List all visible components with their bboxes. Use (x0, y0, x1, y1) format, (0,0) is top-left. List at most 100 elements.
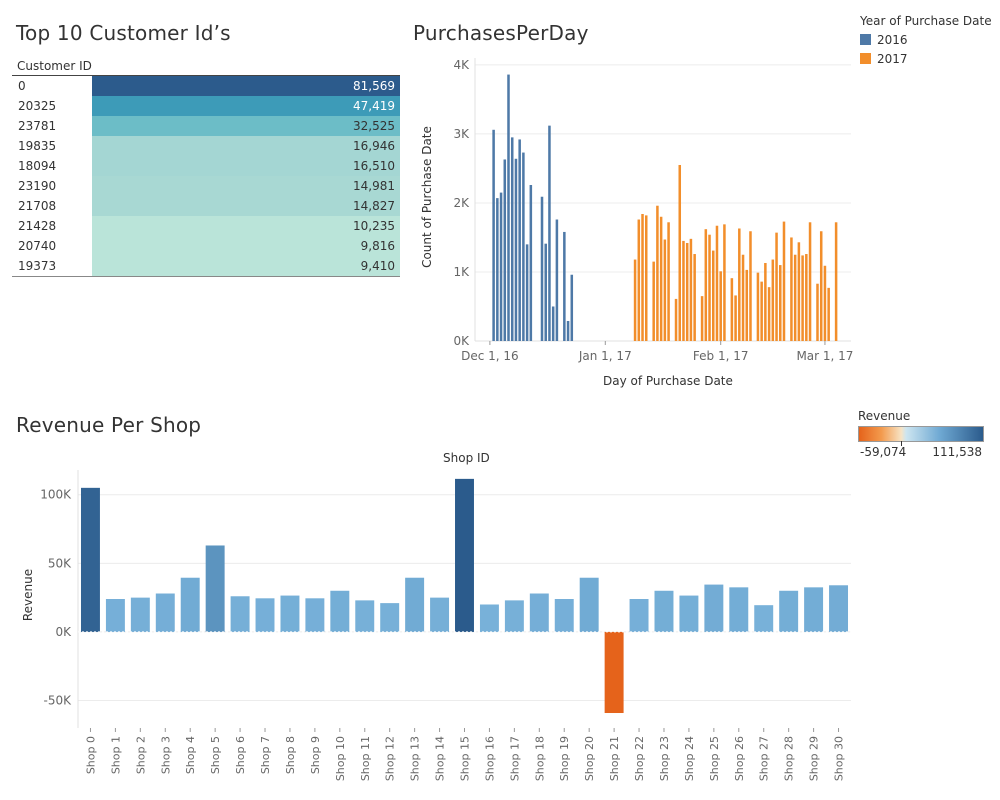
legend-item-2016[interactable]: 2016 (860, 31, 992, 50)
shop-tick-label: Shop 2 (134, 736, 147, 774)
purchase-bar-2016 (566, 320, 570, 341)
shop-tick-label: Shop 16 (483, 736, 496, 781)
revenue-bar (455, 478, 474, 632)
purchase-bar-2017 (730, 278, 734, 341)
revenue-y-axis-title: Revenue (21, 568, 35, 622)
purchase-bar-2016 (529, 185, 533, 341)
purchase-bar-2017 (663, 239, 667, 341)
legend-label-2016: 2016 (877, 33, 908, 47)
purchases-chart: 0K 1K 2K 3K 4K Dec 1, 16 Jan 1, 17 Feb 1, 17 Mar… (453, 58, 853, 363)
revenue-chart: 100K 50K 0K -50K Shop 0 Shop 1 Shop 2 Shop 3 Sho… (40, 470, 851, 781)
shop-tick-label: Shop 9 (309, 736, 322, 774)
purchase-bar-2017 (641, 214, 644, 341)
revenue-bar (729, 587, 749, 632)
revenue-bar (230, 596, 250, 632)
y-tick-label: 50K (48, 556, 72, 570)
shop-tick-label: Shop 13 (409, 736, 422, 781)
purchase-bar-2017 (756, 272, 760, 341)
revenue-bar (380, 603, 400, 632)
table-row[interactable]: 19373 9,410 (12, 256, 400, 276)
purchase-bar-2016 (548, 125, 551, 341)
purchase-bar-2016 (518, 139, 521, 341)
purchase-bar-2017 (793, 254, 797, 341)
revenue-top-axis-label: Shop ID (443, 451, 490, 465)
x-tick-label: Mar 1, 17 (796, 349, 853, 363)
y-tick-label: 0K (55, 625, 72, 639)
table-row[interactable]: 20740 9,816 (12, 236, 400, 256)
shop-tick-label: Shop 18 (533, 736, 546, 781)
shop-tick-label: Shop 26 (733, 736, 746, 781)
legend-swatch-2016 (860, 34, 871, 45)
shop-tick-label: Shop 6 (234, 736, 247, 774)
customer-value-cell: 81,569 (92, 76, 400, 96)
revenue-bar (105, 599, 125, 632)
purchase-bar-2017 (760, 281, 763, 341)
shop-tick-label: Shop 29 (808, 736, 821, 781)
purchase-bar-2017 (637, 219, 641, 341)
revenue-bar (779, 590, 799, 632)
y-tick-label: 4K (453, 58, 470, 72)
revenue-gradient-bar (858, 426, 984, 446)
table-row[interactable]: 0 81,569 (12, 76, 400, 96)
purchase-bar-2017 (775, 232, 778, 341)
customer-id: 23781 (18, 119, 57, 133)
purchase-bar-2017 (704, 229, 708, 341)
y-tick-label: -50K (44, 694, 73, 708)
purchase-bar-2017 (708, 234, 711, 341)
purchases-title: PurchasesPerDay (413, 21, 589, 45)
shop-tick-label: Shop 10 (334, 736, 347, 781)
purchase-bar-2017 (674, 298, 678, 341)
y-tick-label: 1K (453, 265, 470, 279)
shop-tick-label: Shop 15 (459, 736, 472, 781)
y-tick-label: 100K (40, 488, 72, 502)
purchase-bar-2016 (555, 219, 559, 341)
table-row[interactable]: 23781 32,525 (12, 116, 400, 136)
shop-tick-label: Shop 24 (683, 736, 696, 781)
customer-id: 19835 (18, 139, 57, 153)
top10-table: Customer ID 0 81,569 20325 47,419 23781 32,52… (12, 58, 400, 277)
purchase-bar-2016 (503, 159, 507, 341)
revenue-bar (704, 584, 724, 632)
legend-item-2017[interactable]: 2017 (860, 50, 992, 69)
purchase-bar-2017 (823, 265, 827, 341)
purchase-bar-2017 (734, 295, 737, 341)
customer-id: 23190 (18, 179, 57, 193)
table-row[interactable]: 20325 47,419 (12, 96, 400, 116)
purchase-bar-2017 (644, 215, 648, 341)
purchase-bar-2017 (764, 263, 767, 341)
shop-tick-label: Shop 14 (434, 736, 447, 781)
purchase-bar-2017 (723, 224, 726, 341)
revenue-bar (430, 597, 450, 632)
purchase-bar-2017 (738, 228, 741, 341)
purchase-bar-2016 (507, 74, 510, 341)
year-legend: Year of Purchase Date 2016 2017 (860, 14, 992, 69)
customer-id: 20325 (18, 99, 57, 113)
table-row[interactable]: 21708 14,827 (12, 196, 400, 216)
revenue-bar (829, 585, 849, 632)
purchase-bar-2017 (834, 222, 838, 341)
purchase-bar-2017 (685, 242, 689, 341)
purchase-bar-2017 (801, 255, 804, 341)
revenue-bar (155, 593, 175, 632)
table-row[interactable]: 21428 10,235 (12, 216, 400, 236)
table-row[interactable]: 19835 16,946 (12, 136, 400, 156)
customer-id: 0 (18, 79, 26, 93)
purchase-bar-2017 (719, 271, 722, 341)
purchase-bar-2017 (633, 259, 637, 341)
shop-tick-label: Shop 17 (508, 736, 521, 781)
y-tick-label: 3K (453, 127, 470, 141)
x-tick-label: Dec 1, 16 (461, 349, 519, 363)
table-row[interactable]: 18094 16,510 (12, 156, 400, 176)
purchase-bar-2016 (514, 158, 518, 341)
y-tick-label: 2K (453, 196, 470, 210)
purchase-bar-2016 (522, 152, 525, 341)
table-row[interactable]: 23190 14,981 (12, 176, 400, 196)
purchase-bar-2017 (745, 269, 749, 341)
purchase-bar-2016 (499, 192, 503, 341)
purchase-bar-2017 (741, 254, 745, 341)
revenue-color-legend: Revenue -59,074 111,538 (858, 409, 988, 460)
purchase-bar-2017 (656, 205, 659, 341)
purchase-bar-2016 (551, 306, 555, 341)
revenue-bar (205, 545, 225, 632)
customer-value-cell: 32,525 (92, 116, 400, 136)
